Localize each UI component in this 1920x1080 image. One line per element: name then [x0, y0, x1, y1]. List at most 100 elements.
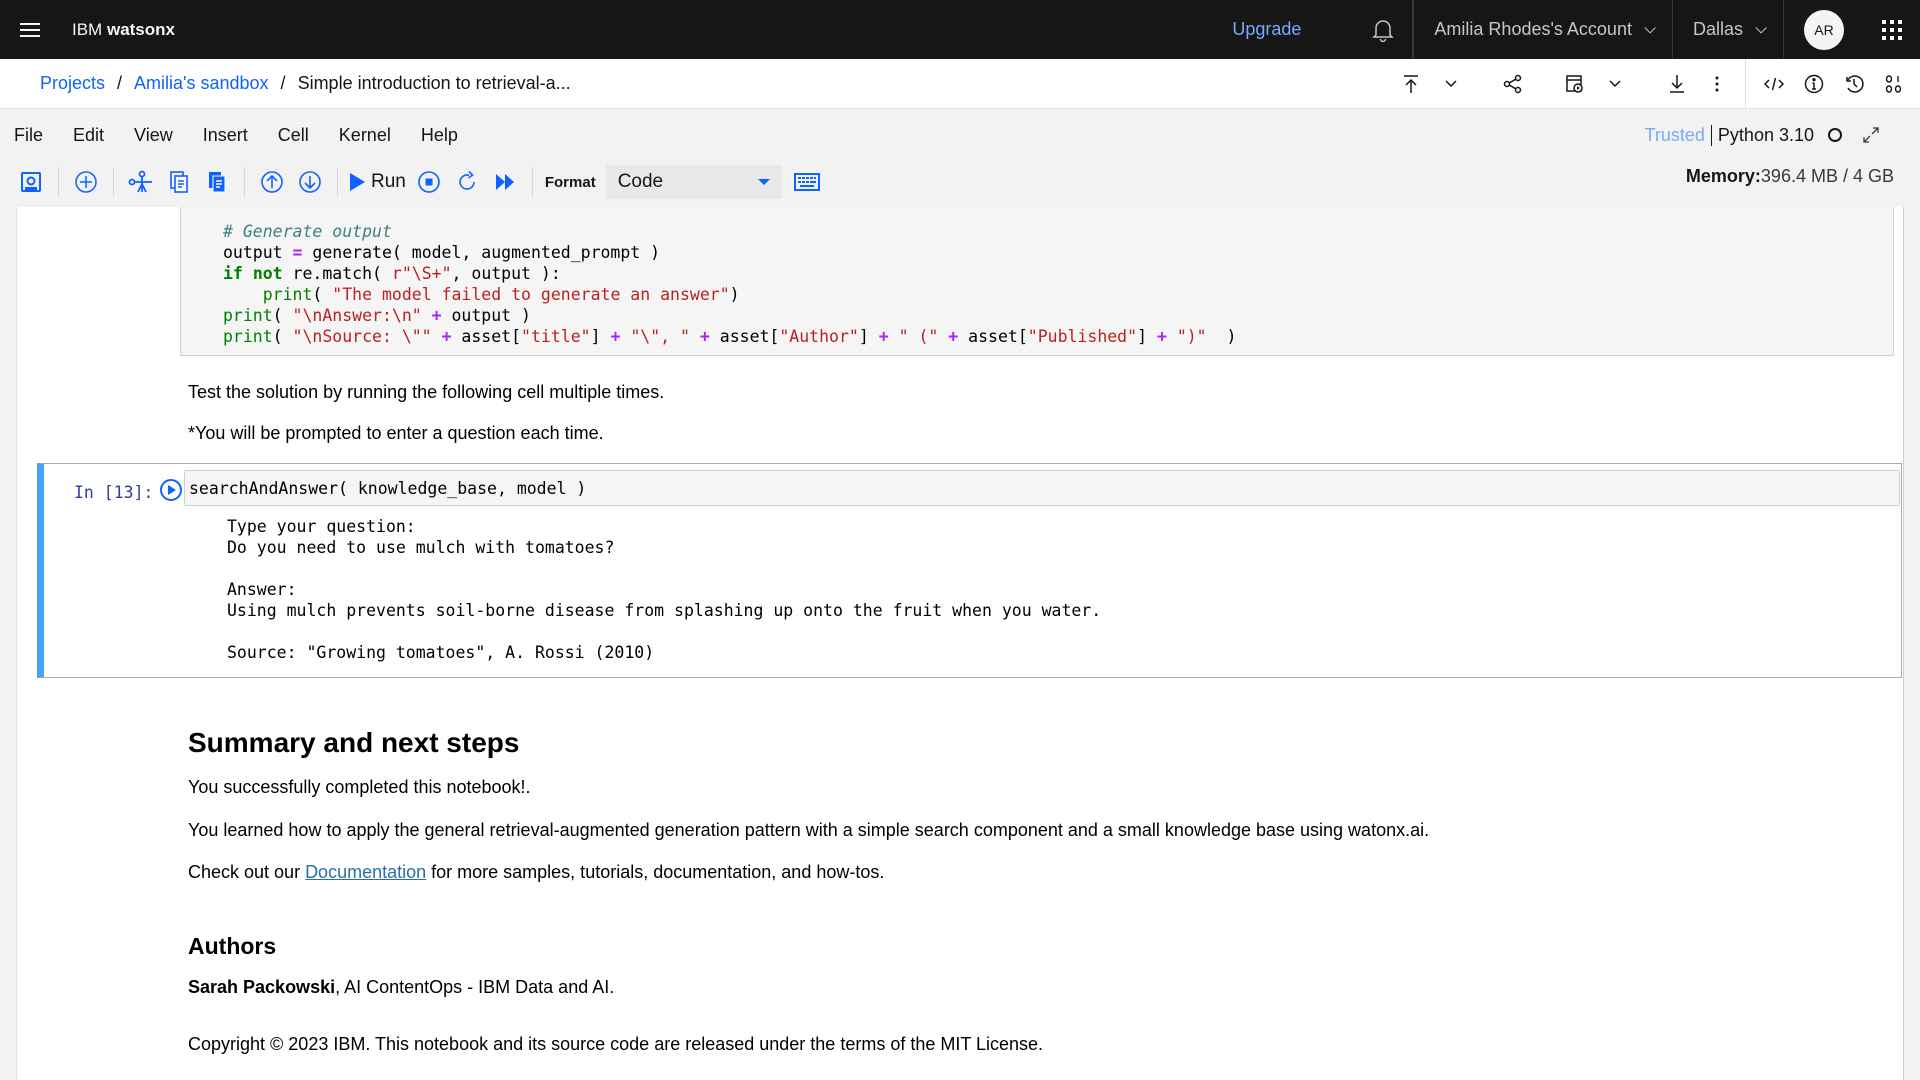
- stop-circle-icon: [418, 171, 440, 193]
- memory-value: 396.4 MB / 4 GB: [1760, 166, 1894, 186]
- bell-icon: [1372, 19, 1394, 42]
- copy-icon: [170, 171, 188, 193]
- menu-insert[interactable]: Insert: [203, 125, 248, 146]
- user-avatar-button[interactable]: AR: [1784, 0, 1864, 59]
- copy-cell-button[interactable]: [164, 167, 194, 197]
- restart-kernel-button[interactable]: [452, 167, 482, 197]
- code-line: print( "The model failed to generate an …: [262, 285, 740, 304]
- paste-icon: [209, 172, 226, 193]
- chevron-down-icon: [1609, 80, 1621, 88]
- hamburger-menu-icon[interactable]: [0, 0, 60, 59]
- author-role: , AI ContentOps - IBM Data and AI.: [335, 977, 615, 997]
- kernel-idle-icon: [1828, 128, 1842, 142]
- notifications-button[interactable]: [1353, 0, 1414, 59]
- breadcrumb-projects[interactable]: Projects: [40, 73, 105, 94]
- brand-logo[interactable]: IBM watsonx: [72, 20, 175, 40]
- code-cell-source[interactable]: # Generate output output = generate( mod…: [223, 221, 1236, 347]
- move-cell-up-button[interactable]: [257, 167, 287, 197]
- keyboard-shortcuts-button[interactable]: [792, 167, 822, 197]
- documentation-link[interactable]: Documentation: [305, 862, 426, 882]
- notebook-page: # Generate output output = generate( mod…: [16, 207, 1904, 1080]
- share-button[interactable]: [1493, 59, 1533, 109]
- author-line: Sarah Packowski, AI ContentOps - IBM Dat…: [188, 977, 614, 998]
- menu-kernel[interactable]: Kernel: [339, 125, 391, 146]
- account-switcher[interactable]: Amilia Rhodes's Account: [1413, 0, 1673, 59]
- menu-cell[interactable]: Cell: [278, 125, 309, 146]
- history-icon: [1846, 75, 1864, 93]
- data-binary-icon: [1885, 75, 1902, 93]
- cell-format-select[interactable]: Code: [605, 165, 782, 199]
- top-nav-bar: IBM watsonx Upgrade Amilia Rhodes's Acco…: [0, 0, 1920, 59]
- breadcrumb-sandbox[interactable]: Amilia's sandbox: [134, 73, 269, 94]
- run-label: Run: [371, 171, 406, 192]
- fast-forward-icon: [495, 174, 514, 190]
- summary-paragraph: You learned how to apply the general ret…: [188, 820, 1430, 840]
- overflow-menu-vertical-icon: [1715, 76, 1719, 92]
- publish-menu-button[interactable]: [1431, 59, 1471, 109]
- run-button[interactable]: Run: [350, 171, 406, 193]
- move-cell-down-button[interactable]: [295, 167, 325, 197]
- menu-file[interactable]: File: [14, 125, 43, 146]
- interrupt-kernel-button[interactable]: [414, 167, 444, 197]
- account-name: Amilia Rhodes's Account: [1434, 19, 1632, 39]
- trusted-indicator[interactable]: Trusted: [1645, 124, 1712, 146]
- version-history-button[interactable]: [1834, 59, 1874, 109]
- markdown-text: Test the solution by running the followi…: [188, 382, 665, 402]
- cell-output: Type your question: Do you need to use m…: [227, 517, 1102, 662]
- region-switcher[interactable]: Dallas: [1673, 0, 1784, 59]
- code-snippets-button[interactable]: [1754, 59, 1794, 109]
- menu-edit[interactable]: Edit: [73, 125, 104, 146]
- upgrade-link[interactable]: Upgrade: [1232, 19, 1301, 40]
- arrow-up-circle-icon: [261, 171, 283, 193]
- notebook-actions: [1391, 59, 1920, 109]
- code-line: print( "\nAnswer:\n" + output ): [223, 306, 531, 325]
- kernel-status: Trusted Python 3.10: [1645, 120, 1880, 150]
- information-icon: [1804, 74, 1824, 94]
- divider: [1745, 59, 1746, 109]
- memory-usage: Memory:396.4 MB / 4 GB: [1676, 166, 1894, 187]
- notebook-menubar: File Edit View Insert Cell Kernel Help: [0, 115, 488, 155]
- expand-icon[interactable]: [1862, 126, 1880, 144]
- paste-cell-button[interactable]: [202, 167, 232, 197]
- restart-run-all-button[interactable]: [490, 167, 520, 197]
- author-name: Sarah Packowski: [188, 977, 336, 997]
- cell-input[interactable]: searchAndAnswer( knowledge_base, model ): [184, 470, 1900, 506]
- summary-paragraph: You successfully completed this notebook…: [188, 777, 531, 797]
- chevron-down-icon: [1755, 21, 1767, 34]
- code-cell-previous[interactable]: # Generate output output = generate( mod…: [180, 207, 1894, 356]
- kernel-name[interactable]: Python 3.10: [1718, 125, 1814, 146]
- breadcrumb-separator: /: [117, 73, 123, 93]
- app-switcher-icon[interactable]: [1864, 0, 1920, 59]
- summary-paragraph: Check out our Documentation for more sam…: [188, 862, 884, 883]
- download-button[interactable]: [1657, 59, 1697, 109]
- play-icon: [350, 173, 365, 191]
- data-assets-button[interactable]: [1874, 59, 1914, 109]
- insert-cell-button[interactable]: [71, 167, 101, 197]
- authors-heading: Authors: [188, 933, 277, 959]
- run-cell-icon[interactable]: [160, 479, 182, 501]
- breadcrumb-separator: /: [280, 73, 286, 93]
- download-icon: [1670, 75, 1684, 93]
- cut-cell-button[interactable]: [126, 167, 156, 197]
- menu-view[interactable]: View: [134, 125, 173, 146]
- avatar: AR: [1804, 9, 1844, 50]
- overflow-menu-button[interactable]: [1697, 59, 1737, 109]
- caret-down-icon: [757, 179, 770, 185]
- scissors-icon: [128, 170, 152, 193]
- code-line: output = generate( model, augmented_prom…: [223, 243, 661, 262]
- code-icon: [1764, 77, 1784, 91]
- info-button[interactable]: [1794, 59, 1834, 109]
- schedule-job-button[interactable]: [1555, 59, 1595, 109]
- publish-button[interactable]: [1391, 59, 1431, 109]
- code-line: # Generate output: [223, 222, 392, 241]
- upload-top-icon: [1404, 75, 1418, 93]
- cell-format-value: Code: [617, 171, 664, 192]
- jobs-menu-button[interactable]: [1595, 59, 1635, 109]
- chevron-down-icon: [1445, 80, 1457, 88]
- menu-help[interactable]: Help: [421, 125, 458, 146]
- format-label: Format: [544, 173, 596, 191]
- code-cell-selected[interactable]: In [13]: searchAndAnswer( knowledge_base…: [37, 463, 1902, 678]
- brand-name: watsonx: [106, 19, 175, 39]
- keyboard-icon: [793, 173, 820, 191]
- save-button[interactable]: [16, 167, 46, 197]
